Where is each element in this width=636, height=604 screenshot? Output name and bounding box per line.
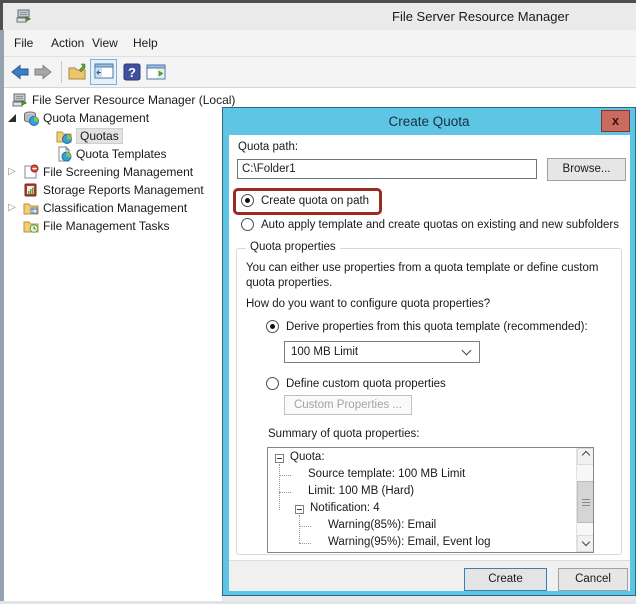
tree-item-file-screening[interactable]: ▷ File Screening Management — [4, 163, 193, 181]
tree-item-quota-templates[interactable]: Quota Templates — [4, 145, 167, 163]
help-icon[interactable]: ? — [122, 62, 142, 82]
create-quota-dialog: Create Quota x Quota path: Browse... Cre… — [222, 107, 636, 596]
radio-label: Create quota on path — [261, 195, 369, 207]
fsrm-server-icon — [12, 92, 28, 108]
quota-path-input[interactable] — [237, 159, 537, 179]
collapse-minus-icon[interactable] — [275, 454, 284, 463]
summary-tree: Quota: Source template: 100 MB Limit Lim… — [267, 447, 594, 553]
radio-selected-icon — [241, 194, 254, 207]
summary-limit: Limit: 100 MB (Hard) — [308, 485, 414, 497]
tree-item-quota-management[interactable]: Quota Management — [4, 109, 149, 127]
show-console-tree-button[interactable] — [90, 59, 117, 85]
scroll-up-icon[interactable] — [577, 448, 594, 465]
window-border-left — [0, 30, 4, 604]
menu-file[interactable]: File — [14, 36, 33, 50]
toolbar-separator — [61, 61, 62, 83]
cancel-button[interactable]: Cancel — [558, 568, 628, 591]
tree-item-file-management-tasks[interactable]: File Management Tasks — [4, 217, 170, 235]
tree-connector — [279, 492, 291, 493]
browse-button[interactable]: Browse... — [547, 158, 626, 181]
window-title: File Server Resource Manager — [392, 9, 569, 24]
tree-item-label: Classification Management — [43, 201, 187, 215]
radio-create-quota-on-path[interactable]: Create quota on path — [241, 194, 369, 207]
tree-connector — [299, 543, 311, 544]
export-list-icon[interactable] — [67, 62, 87, 82]
radio-define-custom[interactable]: Define custom quota properties — [266, 377, 446, 390]
summary-notification: Notification: 4 — [310, 502, 380, 514]
tree-item-label: File Management Tasks — [43, 219, 170, 233]
radio-derive-from-template[interactable]: Derive properties from this quota templa… — [266, 320, 588, 333]
scroll-thumb[interactable] — [577, 481, 594, 523]
expander-collapsed-icon[interactable]: ▷ — [6, 202, 18, 214]
dialog-title: Create Quota — [223, 108, 635, 135]
quota-templates-icon — [56, 146, 72, 162]
fsrm-window: File Server Resource Manager File Action… — [0, 0, 636, 604]
tree-item-label: Quota Templates — [76, 147, 167, 161]
toolbar: ? — [4, 57, 636, 88]
tree-item-storage-reports[interactable]: Storage Reports Management — [4, 181, 204, 199]
group-description: You can either use properties from a quo… — [246, 261, 610, 291]
tree-item-classification[interactable]: ▷ Classification Management — [4, 199, 187, 217]
tree-item-label: File Screening Management — [43, 165, 193, 179]
titlebar: File Server Resource Manager — [0, 3, 636, 30]
quota-management-icon — [23, 110, 39, 126]
classification-icon — [23, 200, 39, 216]
dialog-body: Quota path: Browse... Create quota on pa… — [229, 135, 630, 560]
expander-none — [6, 184, 18, 196]
expander-expanded-icon[interactable] — [6, 112, 18, 124]
quota-path-label: Quota path: — [238, 141, 298, 153]
tree-connector — [299, 515, 300, 543]
show-action-pane-icon[interactable] — [146, 62, 166, 82]
radio-unselected-icon — [241, 218, 254, 231]
scroll-down-icon[interactable] — [577, 535, 594, 552]
show-console-tree-icon — [94, 61, 114, 84]
radio-auto-apply-template[interactable]: Auto apply template and create quotas on… — [241, 218, 619, 231]
radio-unselected-icon — [266, 377, 279, 390]
tree-item-label-selected: Quotas — [76, 128, 123, 144]
summary-warning-95: Warning(95%): Email, Event log — [328, 536, 491, 548]
quota-properties-group: Quota properties You can either use prop… — [236, 248, 622, 555]
tree-item-label: Storage Reports Management — [43, 183, 204, 197]
chevron-down-icon — [462, 345, 472, 355]
svg-text:?: ? — [128, 65, 136, 80]
file-management-icon — [23, 218, 39, 234]
menu-view[interactable]: View — [92, 36, 118, 50]
radio-selected-icon — [266, 320, 279, 333]
tree-connector — [299, 526, 311, 527]
quota-template-dropdown[interactable]: 100 MB Limit — [284, 341, 480, 363]
fsrm-server-icon — [16, 8, 32, 27]
group-title: Quota properties — [246, 241, 340, 253]
summary-source-template: Source template: 100 MB Limit — [308, 468, 465, 480]
summary-warning-85: Warning(85%): Email — [328, 519, 436, 531]
storage-reports-icon — [23, 182, 39, 198]
radio-label: Auto apply template and create quotas on… — [261, 219, 619, 231]
tree-item-label: Quota Management — [43, 111, 149, 125]
expander-none — [6, 220, 18, 232]
menubar: File Action View Help — [4, 30, 636, 57]
file-screening-icon — [23, 164, 39, 180]
tree-item-quotas[interactable]: Quotas — [4, 127, 123, 145]
summary-root: Quota: — [290, 451, 325, 463]
dropdown-selected-value: 100 MB Limit — [285, 346, 463, 358]
radio-label: Derive properties from this quota templa… — [286, 321, 588, 333]
scrollbar[interactable] — [576, 448, 593, 552]
tree-root-fsrm-local[interactable]: File Server Resource Manager (Local) — [4, 91, 235, 109]
close-icon[interactable]: x — [601, 110, 630, 132]
summary-label: Summary of quota properties: — [268, 428, 420, 440]
tree-connector — [279, 475, 291, 476]
quotas-icon — [56, 128, 72, 144]
forward-icon[interactable] — [33, 62, 53, 82]
radio-label: Define custom quota properties — [286, 378, 446, 390]
dialog-footer: Create Cancel — [229, 560, 630, 591]
custom-properties-button: Custom Properties ... — [284, 395, 412, 415]
collapse-minus-icon[interactable] — [295, 505, 304, 514]
config-question: How do you want to configure quota prope… — [246, 298, 490, 310]
tree-root-label: File Server Resource Manager (Local) — [32, 93, 235, 107]
menu-action[interactable]: Action — [51, 36, 84, 50]
create-button[interactable]: Create — [464, 568, 547, 591]
tree-connector — [279, 464, 280, 510]
expander-collapsed-icon[interactable]: ▷ — [6, 166, 18, 178]
menu-help[interactable]: Help — [133, 36, 158, 50]
back-icon[interactable] — [10, 62, 30, 82]
